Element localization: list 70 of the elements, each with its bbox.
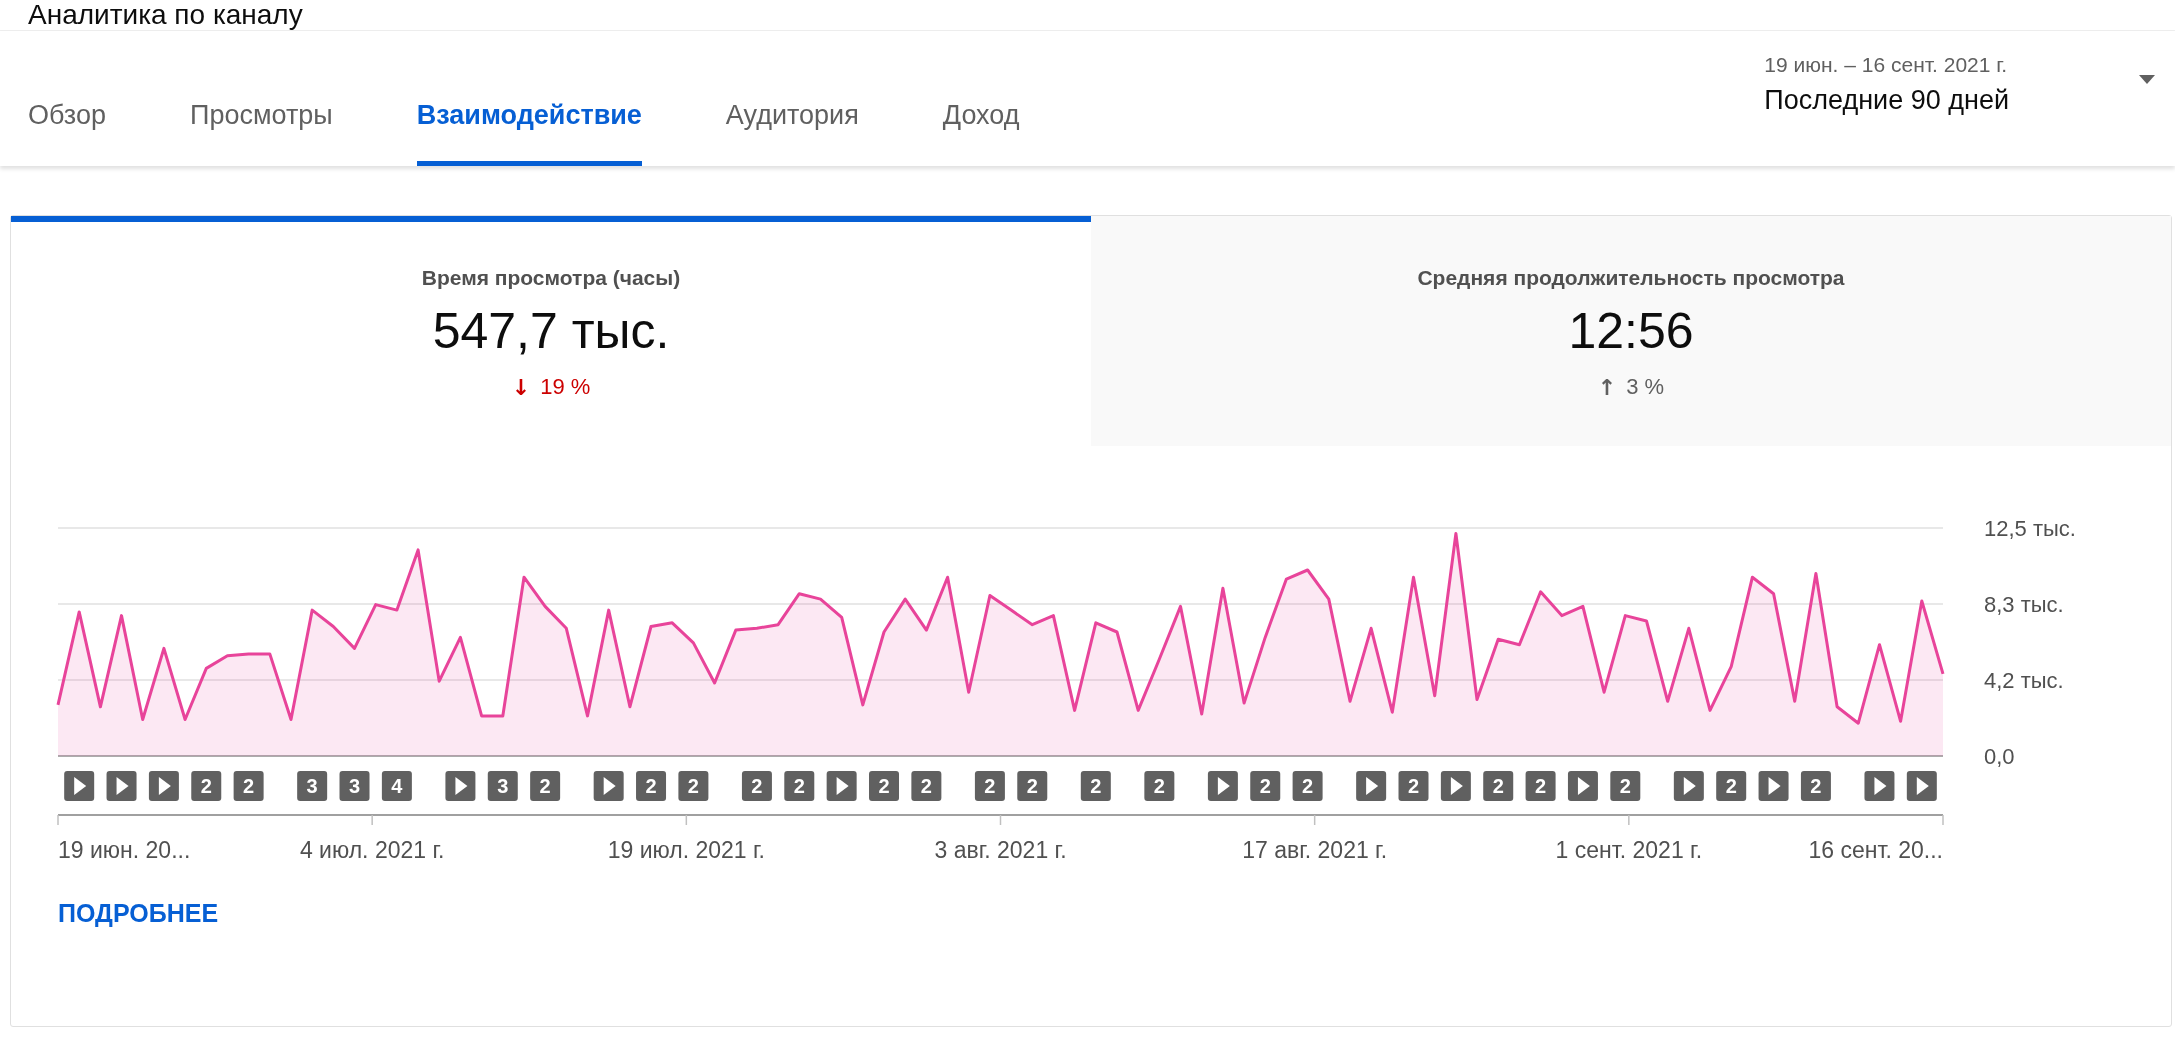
video-marker[interactable]	[1207, 771, 1238, 801]
video-count-marker[interactable]: 2	[1250, 771, 1281, 801]
video-count-marker[interactable]: 2	[974, 771, 1005, 801]
video-marker[interactable]	[148, 771, 179, 801]
video-count-marker[interactable]: 2	[1525, 771, 1556, 801]
video-marker[interactable]	[593, 771, 624, 801]
metric-change: 19 %	[540, 374, 591, 400]
video-count-marker[interactable]: 2	[1483, 771, 1514, 801]
video-count-marker[interactable]: 2	[1292, 771, 1323, 801]
video-count-marker[interactable]: 2	[191, 771, 222, 801]
trend-arrow-icon: ↓	[511, 374, 531, 400]
tab[interactable]: Взаимодействие	[416, 100, 642, 166]
video-count-marker[interactable]: 2	[1398, 771, 1429, 801]
video-count-marker[interactable]: 2	[869, 771, 899, 801]
caret-icon	[2139, 75, 2155, 84]
metric-label: Средняя продолжительность просмотра	[1417, 266, 1845, 290]
video-marker[interactable]	[1567, 771, 1598, 801]
page-title: Аналитика по каналу	[28, 0, 303, 30]
video-marker[interactable]	[106, 771, 137, 801]
video-count-marker[interactable]: 2	[530, 771, 561, 801]
video-marker[interactable]	[1864, 771, 1895, 801]
video-count-marker[interactable]: 3	[339, 771, 370, 801]
video-count-marker[interactable]: 2	[1800, 771, 1831, 801]
metric-label: Время просмотра (часы)	[421, 266, 681, 290]
video-marker[interactable]	[1673, 771, 1704, 801]
tab[interactable]: Просмотры	[190, 100, 333, 166]
video-count-marker[interactable]: 2	[911, 771, 942, 801]
more-link[interactable]: ПОДРОБНЕЕ	[58, 899, 219, 927]
metric-value: 12:56	[1568, 302, 1694, 360]
video-marker[interactable]	[1906, 771, 1937, 801]
metric-change: 3 %	[1626, 374, 1665, 400]
date-range: 19 июн. – 16 сент. 2021 г.	[1764, 53, 2009, 77]
video-count-marker[interactable]: 2	[1716, 771, 1747, 801]
tab[interactable]: Доход	[942, 100, 1020, 166]
x-axis-label: 4 июл. 2021 г.	[299, 837, 445, 863]
metric-tile[interactable]: Средняя продолжительность просмотра 12:56 ↑ 3 %	[1091, 216, 2171, 446]
video-marker[interactable]	[445, 771, 476, 801]
video-count-marker[interactable]: 2	[636, 771, 667, 801]
video-marker[interactable]	[64, 771, 95, 801]
x-axis-label: 19 июл. 2021 г.	[607, 837, 765, 863]
y-axis-label: 0,0	[1984, 744, 2015, 769]
y-axis-label: 8,3 тыс.	[1984, 592, 2064, 617]
x-axis-label: 1 сент. 2021 г.	[1555, 837, 1703, 863]
video-count-marker[interactable]: 2	[678, 771, 709, 801]
video-count-marker[interactable]: 2	[1144, 771, 1175, 801]
video-count-marker[interactable]: 4	[381, 771, 412, 801]
date-range-dropdown[interactable]: 19 июн. – 16 сент. 2021 г. Последние 90 дней	[1764, 31, 2175, 116]
video-marker[interactable]	[826, 771, 857, 801]
x-axis-label: 17 авг. 2021 г.	[1242, 837, 1388, 863]
video-marker[interactable]	[1758, 771, 1789, 801]
video-count-marker[interactable]: 2	[741, 771, 772, 801]
video-count-marker[interactable]: 2	[784, 771, 815, 801]
video-marker[interactable]	[1356, 771, 1387, 801]
x-axis-label: 3 авг. 2021 г.	[934, 837, 1067, 863]
video-count-marker[interactable]: 2	[1610, 771, 1641, 801]
x-axis-label: 16 сент. 20...	[1808, 837, 1943, 863]
period-label: Последние 90 дней	[1764, 85, 2009, 116]
video-marker[interactable]	[1440, 771, 1471, 801]
video-count-marker[interactable]: 2	[1017, 771, 1048, 801]
video-count-marker[interactable]: 3	[297, 771, 328, 801]
x-axis-label: 19 июн. 20...	[58, 837, 191, 863]
metric-value: 547,7 тыс.	[432, 302, 670, 360]
tab[interactable]: Аудитория	[725, 100, 859, 166]
video-count-marker[interactable]: 3	[487, 771, 518, 801]
video-count-marker[interactable]: 2	[1080, 771, 1111, 801]
trend-arrow-icon: ↑	[1597, 374, 1617, 400]
y-axis-label: 12,5 тыс.	[1984, 516, 2076, 541]
video-count-marker[interactable]: 2	[233, 771, 264, 801]
tab[interactable]: Обзор	[28, 100, 106, 166]
y-axis-label: 4,2 тыс.	[1984, 668, 2064, 693]
